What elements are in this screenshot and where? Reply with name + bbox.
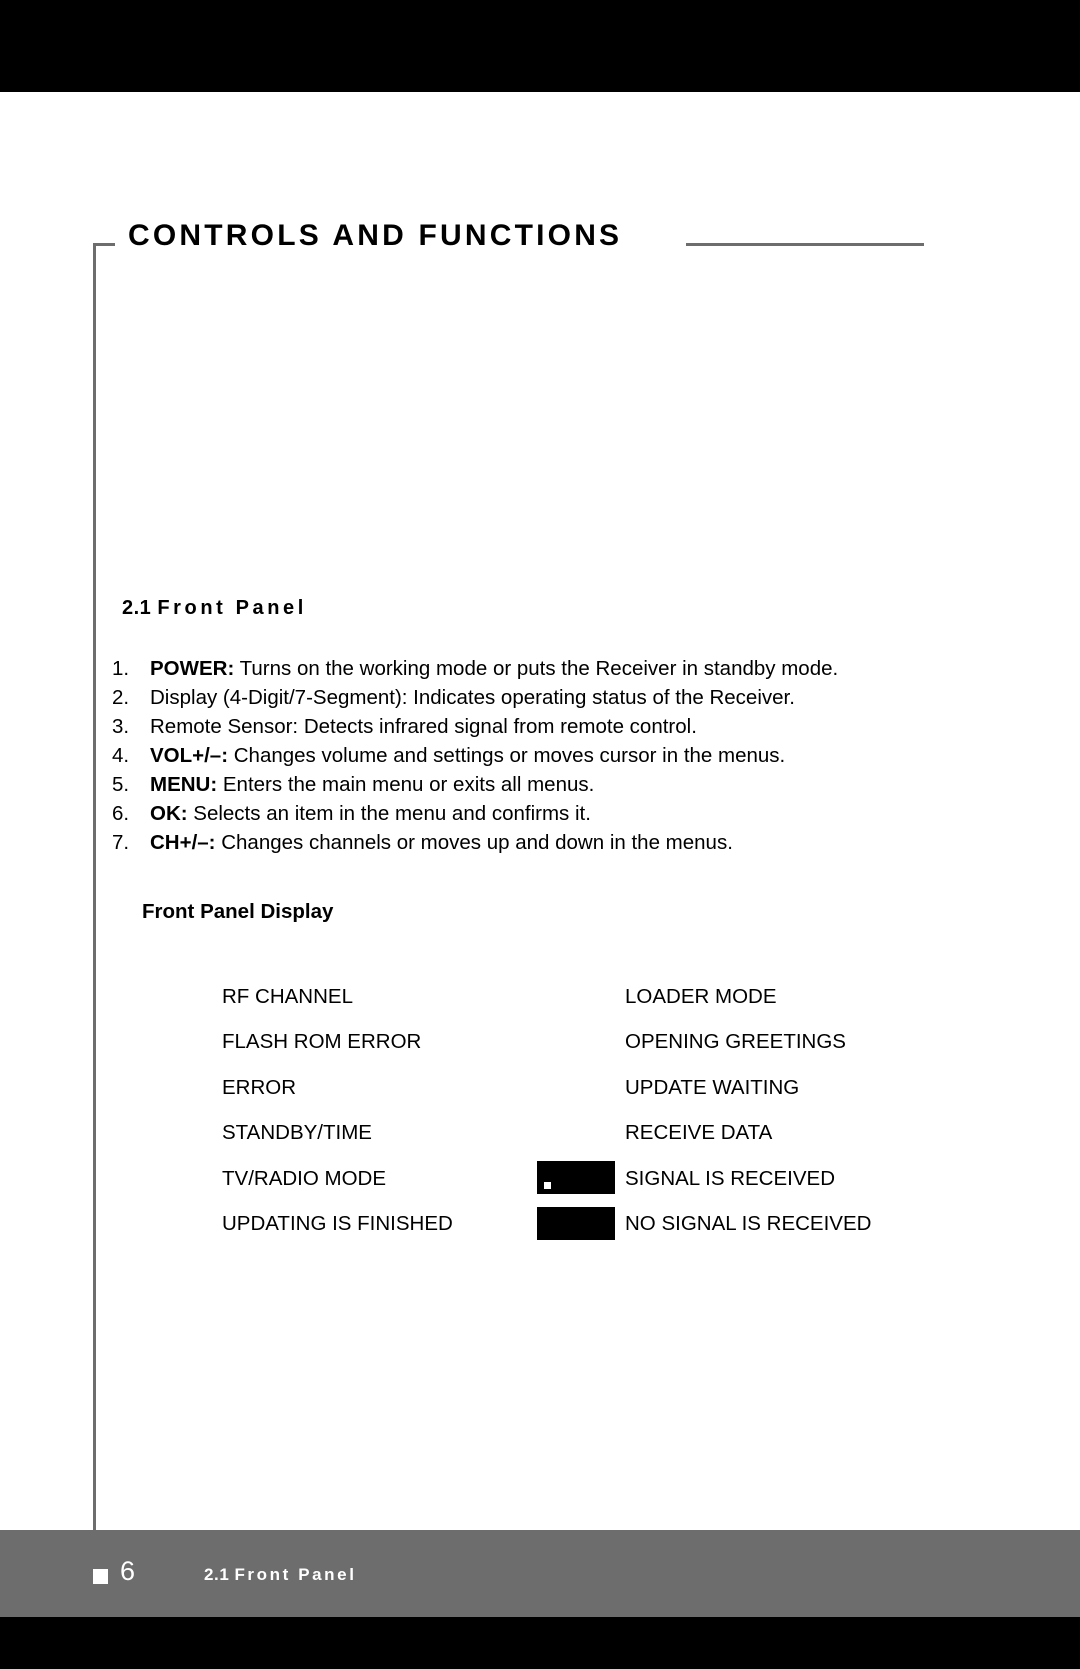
control-list-item-text: MENU: Enters the main menu or exits all … xyxy=(150,770,594,799)
display-status-right: OPENING GREETINGS xyxy=(625,1030,846,1054)
footer-section-label: 2.1 Front Panel xyxy=(204,1565,357,1585)
display-status-left: ERROR xyxy=(222,1075,297,1099)
footer-section-name: Front Panel xyxy=(234,1565,357,1584)
control-list-item-term: POWER: xyxy=(150,657,235,680)
control-list-item-description: Remote Sensor: Detects infrared signal f… xyxy=(150,715,697,738)
left-vertical-rule xyxy=(93,244,96,1530)
control-list-item-term: OK: xyxy=(150,802,188,825)
chapter-title-rule xyxy=(686,243,924,246)
display-status-right: UPDATE WAITING xyxy=(625,1075,800,1099)
control-list-item-index: 3. xyxy=(112,715,130,738)
control-list-item: 1. POWER: Turns on the working mode or pu… xyxy=(112,654,972,683)
section-name: Front Panel xyxy=(157,597,307,619)
front-panel-display-table: RF CHANNEL LOADER MODE FLASH ROM ERROR OPEN… xyxy=(222,974,982,1247)
footer-bar xyxy=(0,1530,1080,1617)
control-list-item-description: Selects an item in the menu and confirms… xyxy=(187,802,591,825)
control-list-item-text: POWER: Turns on the working mode or puts… xyxy=(150,654,838,683)
control-list-item-description: Enters the main menu or exits all menus. xyxy=(217,773,595,796)
footer-bullet-icon xyxy=(93,1569,108,1584)
control-list-item: 2. Display (4-Digit/7-Segment): Indicates… xyxy=(112,683,972,712)
led-decimal-point-icon xyxy=(544,1182,551,1189)
control-list-item: 4. VOL+/–: Changes volume and settings or… xyxy=(112,741,972,770)
display-status-row: TV/RADIO MODE SIGNAL IS RECEIVED xyxy=(222,1156,982,1202)
display-status-left: FLASH ROM ERROR xyxy=(222,1030,422,1054)
display-status-right: RECEIVE DATA xyxy=(625,1121,773,1145)
control-list-item-term: CH+/–: xyxy=(150,831,216,854)
page-body: CONTROLS AND FUNCTIONS 2.1 Front Panel 1.… xyxy=(0,92,1080,1530)
control-list-item: 3. Remote Sensor: Detects infrared signal… xyxy=(112,712,972,741)
control-list-item-description: Display (4-Digit/7-Segment): Indicates o… xyxy=(150,686,795,709)
left-rule-stub xyxy=(93,243,115,246)
control-list-item-description: Changes channels or moves up and down in… xyxy=(215,831,733,854)
display-status-right: LOADER MODE xyxy=(625,984,777,1008)
display-status-row: STANDBY/TIME RECEIVE DATA xyxy=(222,1111,982,1157)
section-heading: 2.1 Front Panel xyxy=(122,597,307,620)
led-indicator-solid-icon xyxy=(537,1206,615,1240)
control-list-item-term: VOL+/–: xyxy=(150,744,229,767)
control-list-item-index: 6. xyxy=(112,802,130,825)
footer-section-number: 2.1 xyxy=(204,1565,230,1584)
section-number: 2.1 xyxy=(122,597,152,619)
control-list-item-text: OK: Selects an item in the menu and conf… xyxy=(150,799,591,828)
control-list-item-index: 5. xyxy=(112,773,130,796)
control-list-item-description: Changes volume and settings or moves cur… xyxy=(228,744,786,767)
control-list-item-index: 7. xyxy=(112,831,130,854)
display-status-row: FLASH ROM ERROR OPENING GREETINGS xyxy=(222,1020,982,1066)
bottom-black-bar xyxy=(0,1617,1080,1669)
control-list-item-index: 4. xyxy=(112,744,130,767)
display-status-right: NO SIGNAL IS RECEIVED xyxy=(625,1212,872,1236)
control-list-item-text: Remote Sensor: Detects infrared signal f… xyxy=(150,712,697,741)
display-status-left: STANDBY/TIME xyxy=(222,1121,372,1145)
control-list-item: 6. OK: Selects an item in the menu and co… xyxy=(112,799,972,828)
led-indicator-dot-icon xyxy=(537,1161,615,1194)
control-list-item-text: CH+/–: Changes channels or moves up and … xyxy=(150,828,733,857)
control-list-item-text: Display (4-Digit/7-Segment): Indicates o… xyxy=(150,683,795,712)
control-list-item-index: 2. xyxy=(112,686,130,709)
control-list-item-description: Turns on the working mode or puts the Re… xyxy=(234,657,839,680)
footer-page-number: 6 xyxy=(120,1556,136,1586)
display-status-right: SIGNAL IS RECEIVED xyxy=(625,1166,835,1190)
control-list-item-text: VOL+/–: Changes volume and settings or m… xyxy=(150,741,785,770)
display-status-row: ERROR UPDATE WAITING xyxy=(222,1065,982,1111)
display-status-row: RF CHANNEL LOADER MODE xyxy=(222,974,982,1020)
front-panel-display-heading: Front Panel Display xyxy=(142,900,334,923)
top-black-bar xyxy=(0,0,1080,92)
display-status-row: UPDATING IS FINISHED NO SIGNAL IS RECEIVE… xyxy=(222,1202,982,1248)
control-list-item: 5. MENU: Enters the main menu or exits al… xyxy=(112,770,972,799)
control-list-item-term: MENU: xyxy=(150,773,218,796)
display-status-left: RF CHANNEL xyxy=(222,984,353,1008)
controls-list: 1. POWER: Turns on the working mode or pu… xyxy=(112,654,972,857)
control-list-item-index: 1. xyxy=(112,657,130,680)
control-list-item: 7. CH+/–: Changes channels or moves up an… xyxy=(112,828,972,857)
chapter-title: CONTROLS AND FUNCTIONS xyxy=(128,219,623,252)
